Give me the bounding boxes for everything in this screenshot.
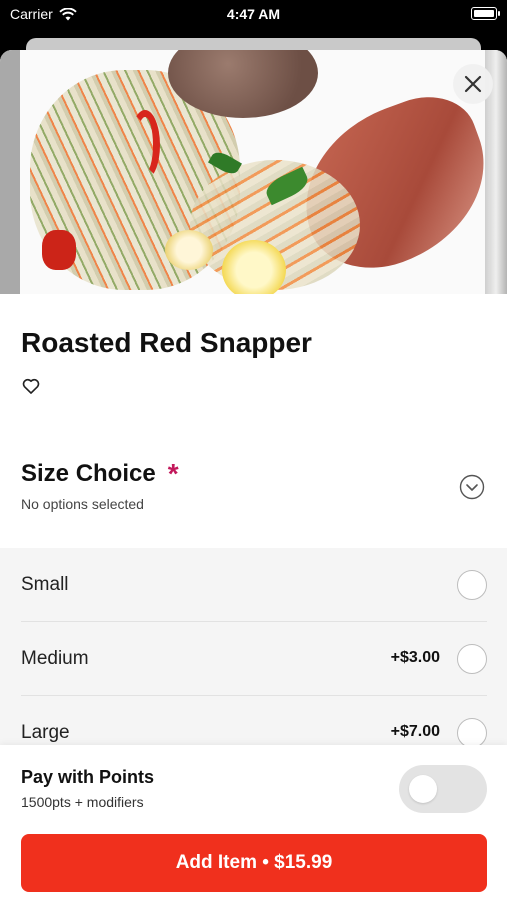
close-icon: [464, 75, 482, 93]
option-label: Large: [21, 722, 70, 743]
option-label: Medium: [21, 648, 89, 669]
status-bar: Carrier 4:47 AM: [0, 0, 507, 30]
size-choice-header[interactable]: Size Choice *: [21, 460, 179, 488]
size-option-small[interactable]: Small: [0, 548, 507, 622]
size-choice-subtitle: No options selected: [21, 496, 144, 512]
option-label: Small: [21, 574, 69, 595]
battery-icon: [471, 7, 500, 20]
chevron-down-icon[interactable]: [459, 474, 485, 500]
heart-icon[interactable]: [21, 376, 41, 396]
item-detail-sheet: Roasted Red Snapper Size Choice * No opt…: [0, 50, 507, 900]
radio-button[interactable]: [457, 570, 487, 600]
size-option-medium[interactable]: Medium +$3.00: [0, 622, 507, 696]
checkout-bar: Pay with Points 1500pts + modifiers Add …: [0, 745, 507, 900]
add-item-button[interactable]: Add Item • $15.99: [21, 834, 487, 892]
option-price: +$7.00: [390, 723, 440, 740]
item-title: Roasted Red Snapper: [21, 327, 312, 358]
size-choice-title: Size Choice: [21, 460, 156, 487]
radio-button[interactable]: [457, 718, 487, 748]
pay-with-points-title: Pay with Points: [21, 767, 155, 787]
pay-with-points-toggle[interactable]: [399, 765, 487, 813]
toggle-knob: [409, 775, 437, 803]
close-button[interactable]: [453, 64, 493, 104]
pay-with-points-subtitle: 1500pts + modifiers: [21, 794, 144, 810]
status-time: 4:47 AM: [226, 6, 281, 22]
option-price: +$3.00: [390, 649, 440, 666]
item-photo: [0, 50, 507, 294]
required-marker: *: [167, 458, 179, 489]
radio-button[interactable]: [457, 644, 487, 674]
